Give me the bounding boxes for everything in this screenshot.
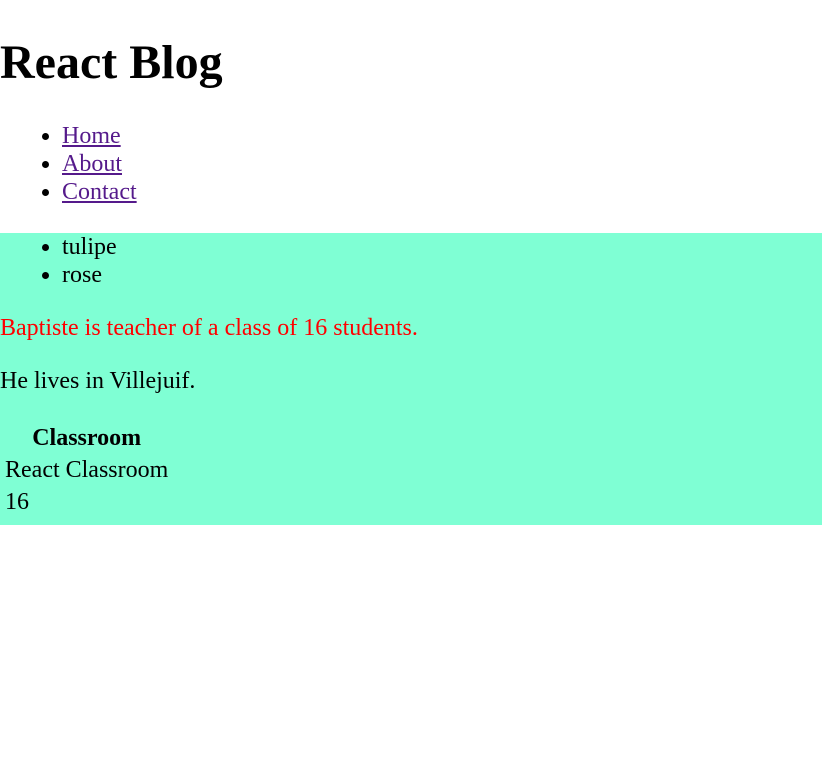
page-title: React Blog — [0, 36, 223, 89]
content-panel: tulipe rose Baptiste is teacher of a cla… — [0, 233, 822, 525]
table-row: React Classroom — [4, 455, 169, 485]
table-row: 16 — [4, 487, 169, 517]
table-cell-classroom-name: React Classroom — [5, 457, 169, 483]
nav-item-home: Home — [62, 122, 137, 150]
flower-item: tulipe — [62, 233, 117, 261]
lives-sentence: He lives in Villejuif. — [0, 368, 196, 394]
nav-item-contact: Contact — [62, 178, 137, 206]
nav-link-home[interactable]: Home — [62, 123, 121, 149]
nav-link-about[interactable]: About — [62, 151, 122, 177]
teacher-sentence: Baptiste is teacher of a class of 16 stu… — [0, 315, 418, 341]
table-header-classroom: Classroom — [32, 425, 142, 451]
table-header-row: Classroom — [4, 423, 169, 453]
nav-link-contact[interactable]: Contact — [62, 179, 137, 205]
table-cell-student-count: 16 — [5, 489, 29, 515]
classroom-table: Classroom React Classroom 16 — [2, 421, 171, 519]
flower-item: rose — [62, 261, 117, 289]
nav-list: Home About Contact — [0, 122, 137, 206]
nav-item-about: About — [62, 150, 137, 178]
flower-list: tulipe rose — [0, 233, 117, 289]
